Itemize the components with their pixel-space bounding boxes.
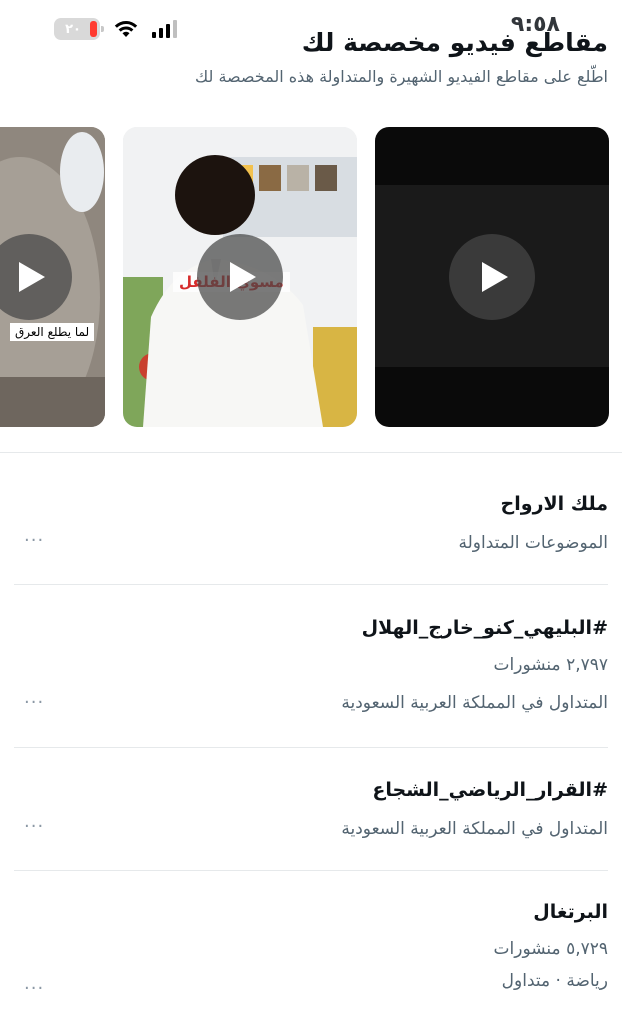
trend-item[interactable]: البرتغال ٥,٧٢٩ منشورات رياضة · متداول ··… [14,898,608,999]
trend-item[interactable]: #البليهي_كنو_خارج_الهلال ٢,٧٩٧ منشورات ا… [14,614,608,716]
trend-title: #البليهي_كنو_خارج_الهلال [361,617,608,639]
video-card[interactable] [375,127,609,427]
trend-separator [14,870,608,871]
play-icon[interactable] [197,234,283,320]
more-options-icon[interactable]: ··· [24,978,44,999]
more-options-icon[interactable]: ··· [24,816,44,837]
trend-category: الموضوعات المتداولة [458,533,608,553]
section-subtitle: اطّلع على مقاطع الفيديو الشهيرة والمتداو… [195,67,608,86]
trend-title: #القرار_الرياضي_الشجاع [372,779,608,801]
more-options-icon[interactable]: ··· [24,530,44,551]
trend-item[interactable]: ملك الارواح الموضوعات المتداولة ··· [14,490,608,556]
trend-post-count: ٢,٧٩٧ منشورات [493,655,608,675]
trend-location: المتداول في المملكة العربية السعودية [341,693,608,713]
play-icon[interactable] [449,234,535,320]
more-options-icon[interactable]: ··· [24,692,44,713]
video-carousel[interactable]: مسوي الفلفل لما يطلع العرق [0,127,622,427]
trend-post-count: ٥,٧٢٩ منشورات [493,939,608,959]
videos-section-header: مقاطع فيديو مخصصة لك اطّلع على مقاطع الف… [14,26,608,88]
video-card[interactable]: مسوي الفلفل [123,127,357,427]
trend-title: البرتغال [533,901,608,923]
trend-item[interactable]: #القرار_الرياضي_الشجاع المتداول في الممل… [14,776,608,842]
section-divider [0,452,622,453]
trend-location: المتداول في المملكة العربية السعودية [341,819,608,839]
trend-separator [14,584,608,585]
trend-category: رياضة · متداول [501,971,608,991]
video-card[interactable]: لما يطلع العرق [0,127,105,427]
video-caption: لما يطلع العرق [10,323,95,341]
trend-title: ملك الارواح [500,493,608,515]
trend-separator [14,747,608,748]
section-title: مقاطع فيديو مخصصة لك [301,28,608,57]
